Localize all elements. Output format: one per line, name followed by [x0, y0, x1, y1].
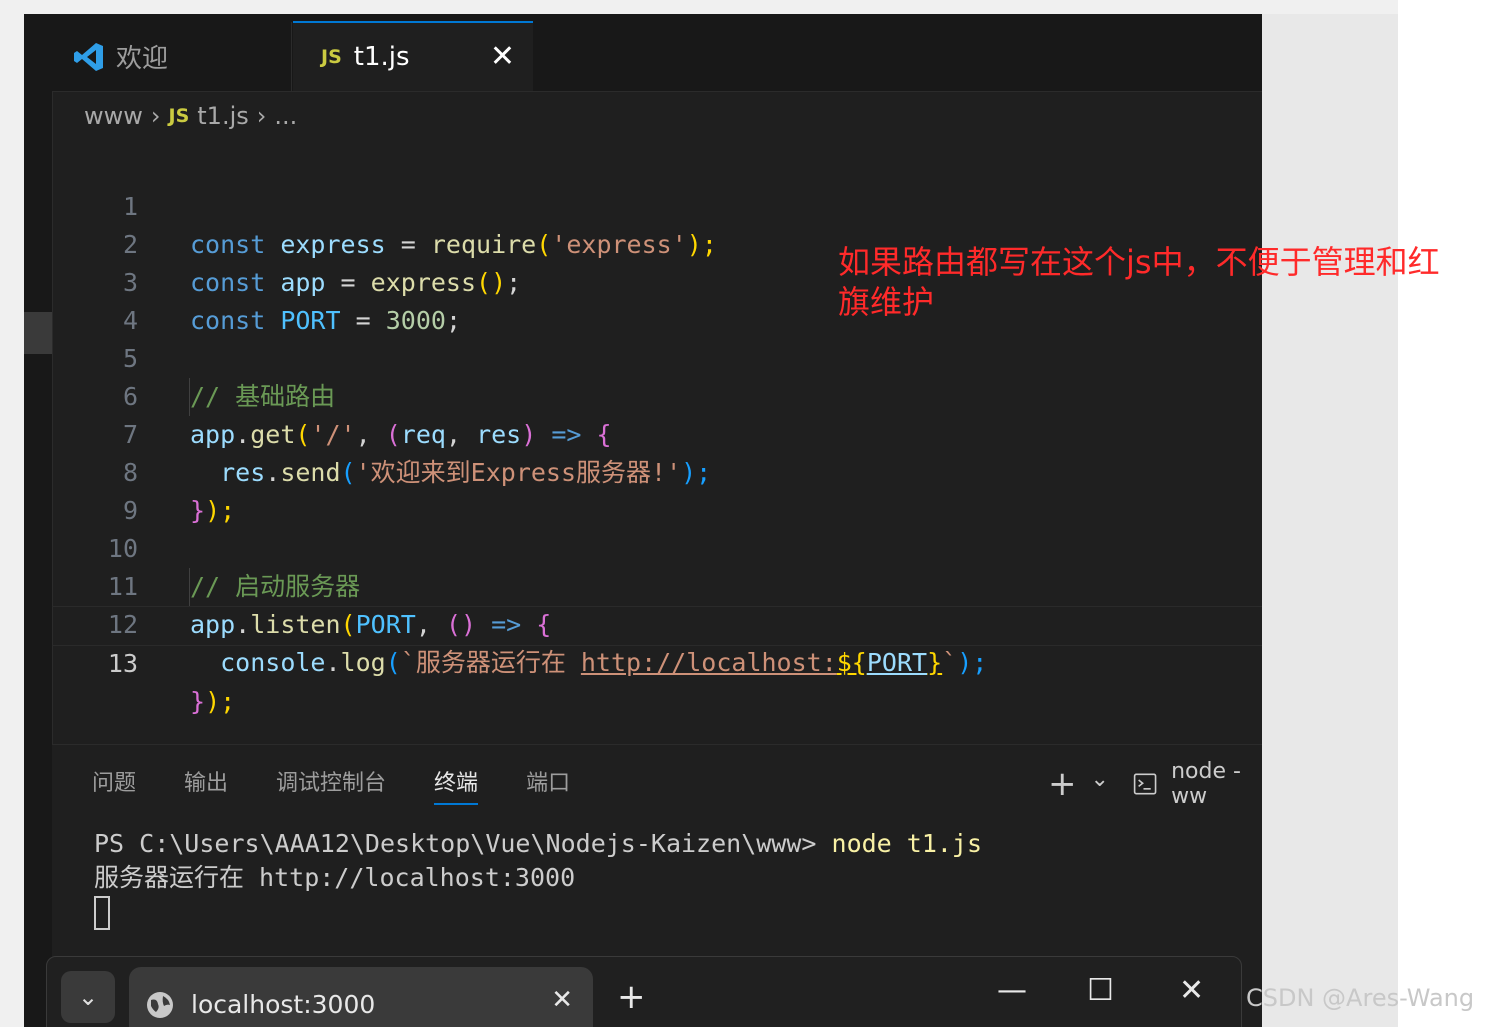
add-terminal-button[interactable]: +: [1048, 764, 1077, 804]
maximize-button[interactable]: ☐: [1087, 973, 1114, 1008]
tab-problems[interactable]: 问题: [92, 765, 136, 803]
page-background-right: [1262, 14, 1398, 1027]
new-tab-button[interactable]: +: [617, 977, 646, 1017]
chevron-right-icon: ›: [150, 102, 161, 130]
code-line: 6 app.get('/', (req, res) => {: [52, 340, 1262, 449]
close-window-button[interactable]: ✕: [1179, 973, 1204, 1008]
terminal-prompt: PS C:\Users\AAA12\Desktop\Vue\Nodejs-Kai…: [94, 829, 832, 858]
tab-debug-console[interactable]: 调试控制台: [276, 765, 386, 803]
chevron-right-icon: ›: [256, 102, 267, 130]
vscode-icon: [74, 42, 103, 71]
terminal-output[interactable]: PS C:\Users\AAA12\Desktop\Vue\Nodejs-Kai…: [94, 827, 982, 930]
code-line: 7 res.send('欢迎来到Express服务器!');: [52, 378, 1262, 487]
panel-tabs: 问题 输出 调试控制台 终端 端口: [92, 765, 618, 805]
browser-tab-title: localhost:3000: [191, 990, 376, 1019]
code-line: 2 const app = express();: [52, 188, 1262, 297]
code-line: 10 // 启动服务器: [52, 492, 1262, 601]
page-background-top: [0, 0, 1398, 14]
bottom-panel: 问题 输出 调试控制台 终端 端口 + ⌄ node - ww PS C:\Us…: [52, 744, 1262, 975]
activity-bar: [24, 14, 53, 1027]
watermark: CSDN @Ares-Wang: [1246, 984, 1475, 1012]
terminal-command: node t1.js: [831, 829, 983, 858]
tab-terminal[interactable]: 终端: [434, 765, 479, 805]
browser-tab-localhost[interactable]: localhost:3000 ✕: [129, 967, 593, 1027]
js-icon: JS: [168, 105, 190, 127]
breadcrumb-folder[interactable]: www: [84, 102, 143, 130]
code-line: 12 console.log(`服务器运行在 http://localhost:…: [52, 568, 1262, 677]
tab-t1-js[interactable]: JS t1.js ✕: [293, 21, 533, 91]
annotation-text: 如果路由都写在这个js中，不便于管理和红旗维护: [838, 243, 1440, 321]
code-line: 8 });: [52, 416, 1262, 525]
breadcrumb-file[interactable]: t1.js: [197, 102, 248, 130]
red-annotation: 如果路由都写在这个js中，不便于管理和红旗维护: [838, 242, 1440, 322]
globe-icon: [147, 991, 173, 1018]
activity-bar-active-marker: [24, 312, 52, 354]
browser-tab-bar: ⌄ localhost:3000 ✕ + — ☐ ✕: [46, 956, 1242, 1027]
tab-t1-js-label: t1.js: [353, 42, 410, 72]
terminal-cursor: [94, 896, 110, 930]
tab-ports[interactable]: 端口: [526, 765, 570, 803]
page-background-left: [0, 0, 24, 1027]
close-icon[interactable]: ✕: [490, 39, 515, 74]
terminal-icon: [1133, 773, 1157, 795]
editor-tab-bar: 欢迎 JS t1.js ✕: [52, 14, 1262, 92]
code-line: 1 const express = require('express');: [52, 150, 1262, 259]
code-line: 9: [52, 454, 1262, 525]
vscode-window: 欢迎 JS t1.js ✕ www › JS t1.js › ... 1 con…: [24, 14, 1262, 1027]
js-icon: JS: [321, 46, 342, 68]
close-tab-icon[interactable]: ✕: [551, 985, 573, 1015]
code-line: 11 app.listen(PORT, () => {: [52, 530, 1262, 639]
code-line-current: 13 });: [52, 606, 1262, 716]
terminal-name[interactable]: node - ww: [1171, 759, 1262, 809]
breadcrumb-more[interactable]: ...: [274, 102, 297, 130]
chevron-down-icon: ⌄: [77, 983, 99, 1011]
tab-output[interactable]: 输出: [184, 765, 228, 803]
terminal-output-line: 服务器运行在 http://localhost:3000: [94, 863, 576, 892]
tab-search-button[interactable]: ⌄: [61, 971, 115, 1023]
tab-welcome-label: 欢迎: [116, 44, 169, 74]
code-editor[interactable]: 1 const express = require('express'); 2 …: [52, 150, 1262, 716]
panel-toolbar: + ⌄ node - ww: [1048, 759, 1262, 809]
line-number: 13: [107, 649, 138, 678]
breadcrumb: www › JS t1.js › ...: [84, 98, 297, 134]
chevron-down-icon[interactable]: ⌄: [1091, 767, 1109, 792]
minimize-button[interactable]: —: [997, 973, 1027, 1008]
tab-welcome[interactable]: 欢迎: [52, 22, 292, 91]
